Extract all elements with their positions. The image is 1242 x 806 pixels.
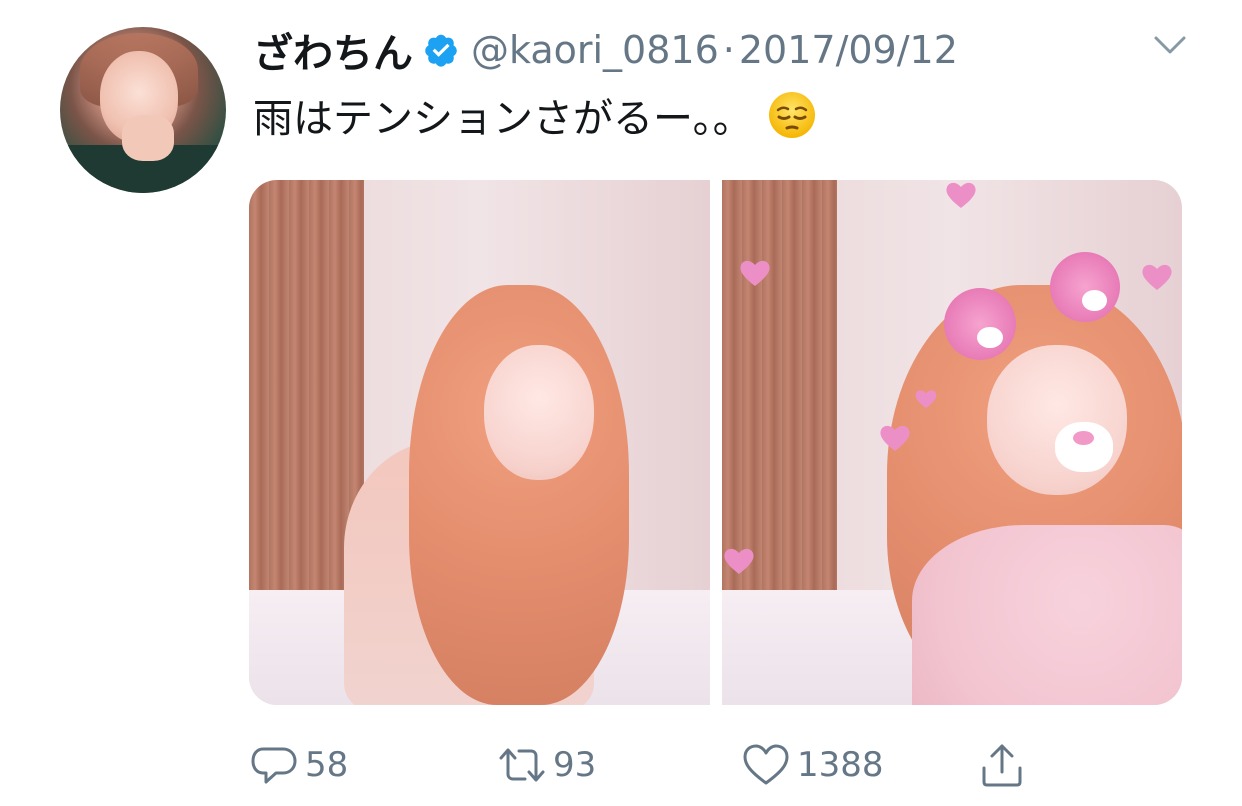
heart-icon <box>1141 264 1172 290</box>
share-icon <box>982 744 1022 787</box>
tweet-header: ざわちん @kaori_0816 · 2017/09/12 <box>253 22 958 78</box>
reply-count: 58 <box>305 745 349 785</box>
retweet-button[interactable]: 93 <box>497 735 596 795</box>
pensive-face-icon <box>767 90 817 140</box>
user-handle[interactable]: @kaori_0816 <box>471 28 719 72</box>
photo-face <box>484 345 594 480</box>
reply-button[interactable]: 58 <box>249 735 348 795</box>
like-count: 1388 <box>797 745 884 785</box>
media-photo-2[interactable] <box>721 180 1182 705</box>
reply-icon <box>251 747 297 784</box>
heart-icon <box>879 425 910 451</box>
heart-icon <box>723 548 754 574</box>
bear-ear-right-icon <box>1049 252 1120 322</box>
photo-pillow <box>912 525 1182 705</box>
photo-face <box>986 345 1127 495</box>
heart-outline-icon <box>743 744 789 785</box>
heart-icon <box>739 260 770 286</box>
verified-badge-icon <box>423 32 459 68</box>
display-name[interactable]: ざわちん <box>253 21 413 79</box>
avatar-hand <box>122 115 174 161</box>
retweet-icon <box>499 748 545 782</box>
retweet-count: 93 <box>553 745 597 785</box>
tweet-text-row: 雨はテンションさがるー。。 <box>253 86 817 144</box>
chevron-down-icon[interactable] <box>1150 30 1190 60</box>
tweet-text: 雨はテンションさがるー。。 <box>253 96 753 142</box>
media-grid <box>249 180 1182 705</box>
separator: · <box>722 28 735 72</box>
like-button[interactable]: 1388 <box>741 735 884 795</box>
share-button[interactable] <box>977 735 1027 795</box>
tweet-actions: 58 93 1388 <box>249 735 1182 795</box>
tweet[interactable]: ざわちん @kaori_0816 · 2017/09/12 雨はテンションさがる… <box>0 0 1242 806</box>
bear-nose-icon <box>1054 422 1113 472</box>
heart-icon <box>945 182 976 208</box>
avatar[interactable] <box>60 27 226 193</box>
photo-wood-panel <box>721 180 837 600</box>
heart-icon <box>915 390 936 409</box>
tweet-date[interactable]: 2017/09/12 <box>739 28 958 72</box>
media-photo-1[interactable] <box>249 180 710 705</box>
bear-ear-left-icon <box>943 288 1016 360</box>
